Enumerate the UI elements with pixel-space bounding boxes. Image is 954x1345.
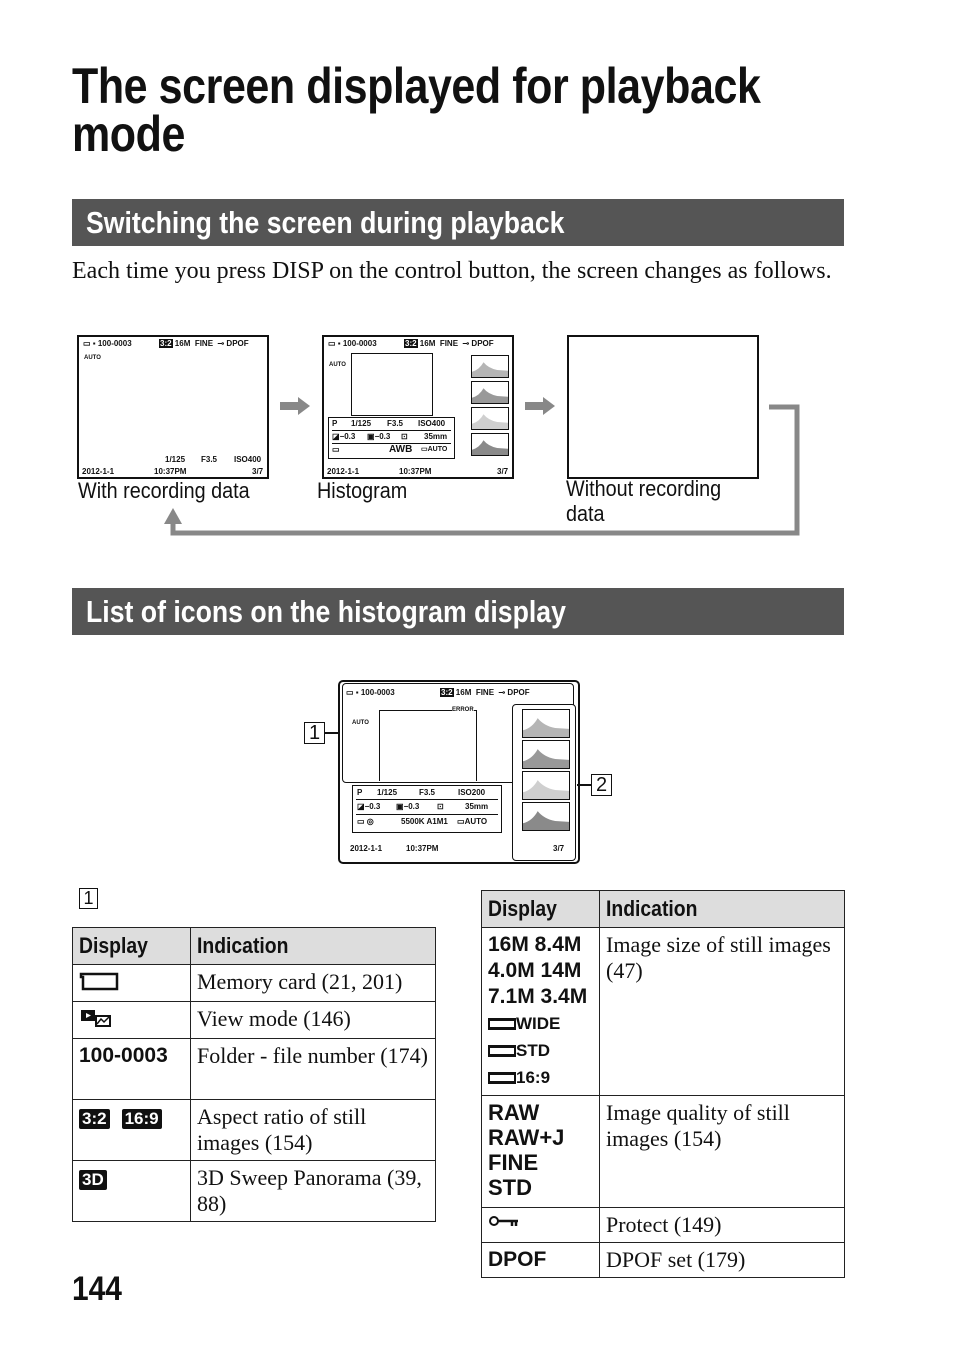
- status-top-row: ▭ ▪ 100-0003: [346, 688, 395, 697]
- callout-1: 1: [304, 722, 325, 744]
- error-indicator: ERROR: [452, 707, 474, 713]
- section-heading-icon-list: List of icons on the histogram display: [72, 588, 844, 635]
- auto-icon: AUTO: [352, 720, 369, 726]
- quality-raw-j-icon: RAW+J: [488, 1125, 565, 1150]
- section-heading-text: List of icons on the histogram display: [86, 594, 566, 629]
- histogram-luminance: [522, 709, 570, 738]
- table-header-row: Display Indication: [481, 890, 845, 928]
- callout-2: 2: [591, 774, 612, 796]
- histogram-green: [522, 771, 570, 800]
- quality-fine-icon: FINE: [488, 1150, 539, 1175]
- table-row: View mode (146): [72, 1001, 436, 1039]
- table-row: Protect (149): [481, 1207, 845, 1243]
- histogram-red: [522, 740, 570, 769]
- image-size-icon: 7.1M 3.4M: [488, 985, 588, 1008]
- caption-with-recording-data: With recording data: [78, 478, 250, 503]
- table-row: RAW RAW+J FINE STD Image quality of stil…: [481, 1095, 845, 1208]
- histogram-curve: [523, 780, 569, 799]
- manual-page: The screen displayed for playback mode S…: [0, 0, 954, 1345]
- date: 2012-1-1: [350, 844, 383, 853]
- aspect-3-2-icon: 3:2: [79, 1109, 110, 1129]
- panorama-16-9-icon: 16:9: [488, 1064, 593, 1091]
- table-row: Memory card (21, 201): [72, 964, 436, 1002]
- loop-back-arrow-icon: [164, 404, 800, 536]
- quality-raw-icon: RAW: [488, 1100, 540, 1125]
- histogram-curve: [523, 749, 569, 768]
- dpof-icon: DPOF: [481, 1242, 600, 1278]
- table-row: 3:2 16:9 Aspect ratio of still images (154…: [72, 1099, 436, 1161]
- image-size-icon: 16M 8.4M: [488, 933, 582, 956]
- 3d-sweep-panorama-icon: 3D: [79, 1170, 107, 1190]
- histogram-curve: [523, 811, 569, 830]
- panorama-wide-icon: WIDE: [488, 1010, 593, 1037]
- table-row: 3D 3D Sweep Panorama (39, 88): [72, 1160, 436, 1222]
- icon-table-area-1: Display Indication Memory card (21, 201) …: [72, 927, 436, 1222]
- time: 10:37PM: [406, 844, 439, 853]
- page-number: 144: [72, 1270, 122, 1308]
- callout-2-leader: [577, 784, 591, 786]
- image-size-icon: 4.0M 14M: [488, 959, 582, 982]
- area-1-marker: 1: [79, 888, 98, 909]
- image-preview: [379, 710, 477, 781]
- panorama-std-icon: STD: [488, 1037, 593, 1064]
- table-row: 100-0003 Folder - file number (174): [72, 1038, 436, 1100]
- histogram-display-diagram: ▭ ▪ 100-0003 3:2 16M FINE ⊸ DPOF AUTO ER…: [338, 680, 580, 864]
- status-quality: 3:2 16M FINE ⊸ DPOF: [440, 688, 530, 697]
- table-row: DPOF DPOF set (179): [481, 1242, 845, 1278]
- view-mode-icon: [81, 1010, 111, 1027]
- icon-table-area-1-continued: Display Indication 16M 8.4M 4.0M 14M 7.1M…: [481, 890, 845, 1278]
- count: 3/7: [553, 844, 565, 853]
- caption-histogram: Histogram: [317, 478, 408, 503]
- table-header-row: Display Indication: [72, 927, 436, 965]
- quality-std-icon: STD: [488, 1175, 532, 1200]
- callout-1-leader: [325, 732, 339, 734]
- aspect-16-9-icon: 16:9: [121, 1109, 162, 1129]
- table-row: 16M 8.4M 4.0M 14M 7.1M 3.4M WIDE STD 16:…: [481, 927, 845, 1096]
- protect-key-icon: [489, 1216, 518, 1226]
- recording-data-box: P 1/125 F3.5 ISO200 ◪−0.3 ▣−0.3 ⊡ 35mm ▭…: [352, 785, 502, 833]
- caption-without-recording-data: Without recording data: [566, 476, 722, 526]
- memory-card-icon: [79, 972, 119, 991]
- histogram-blue: [522, 802, 570, 831]
- histogram-curve: [523, 718, 569, 737]
